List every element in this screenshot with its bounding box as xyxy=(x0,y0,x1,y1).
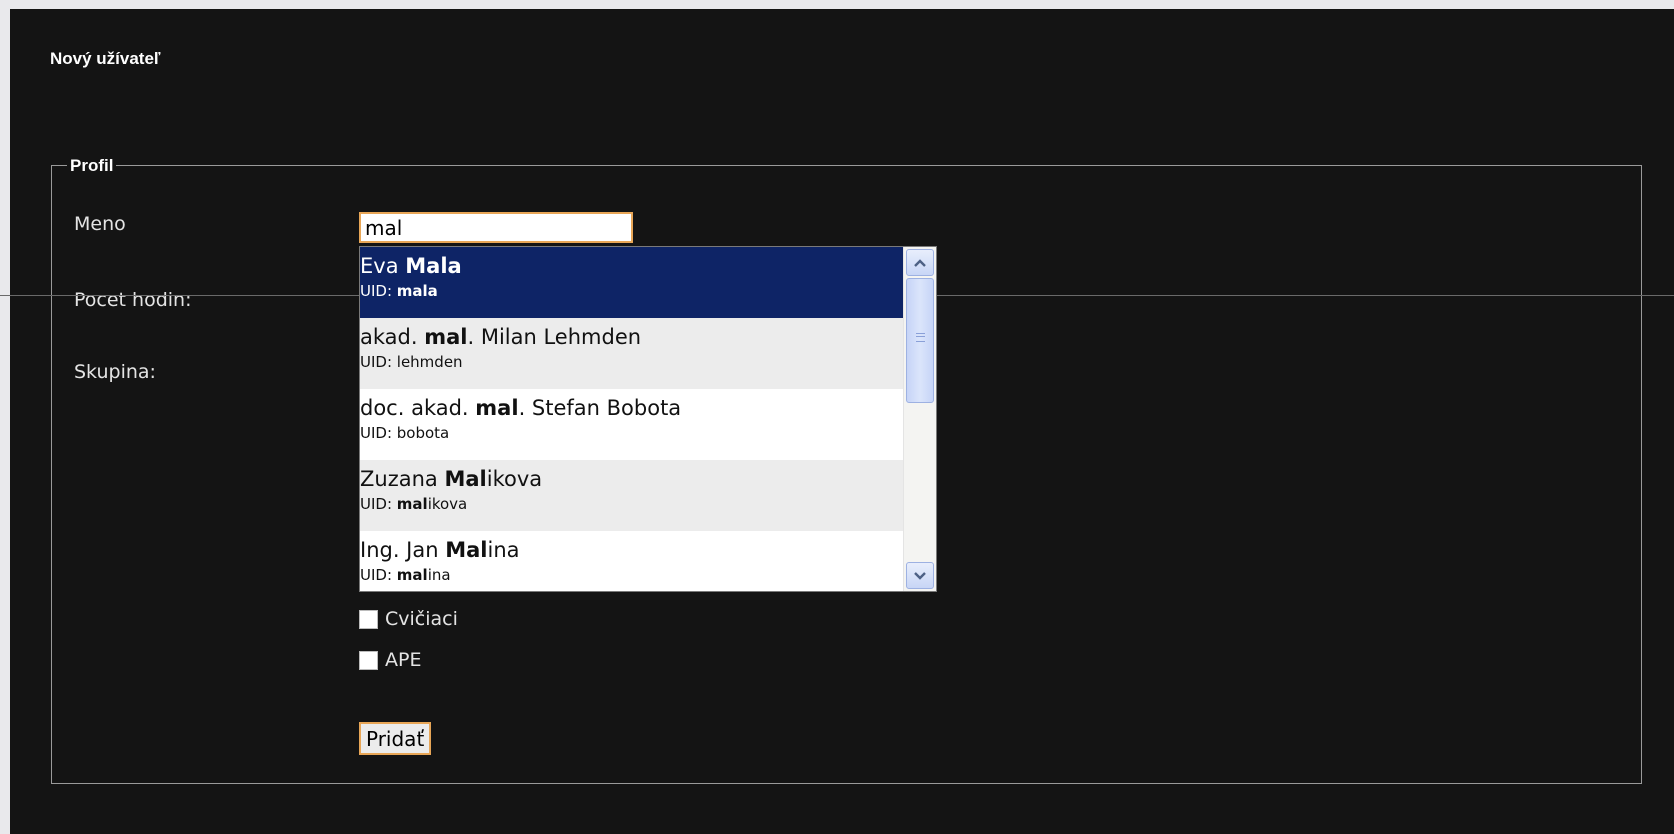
name-match: mal xyxy=(475,396,519,420)
name-suffix: ina xyxy=(487,538,520,562)
autocomplete-item-uid: UID: malikova xyxy=(360,495,903,513)
dropdown-scrollbar[interactable] xyxy=(903,247,936,591)
ape-checkbox[interactable] xyxy=(359,650,378,670)
autocomplete-item[interactable]: akad. mal. Milan Lehmden UID: lehmden xyxy=(360,318,903,389)
name-suffix: . Stefan Bobota xyxy=(518,396,682,420)
uid-prefix: UID: xyxy=(360,353,397,371)
uid-match: mala xyxy=(396,282,438,300)
checkbox-row-ape[interactable]: APE xyxy=(359,649,421,671)
uid-prefix: UID: xyxy=(360,424,397,442)
cviciaci-label: Cvičiaci xyxy=(385,608,458,630)
autocomplete-item-uid: UID: malina xyxy=(360,566,903,584)
name-match: Mala xyxy=(405,254,462,278)
uid-prefix: UID: xyxy=(360,495,397,513)
pocet-hodin-label: Pocet hodin: xyxy=(74,289,192,311)
uid-prefix: UID: xyxy=(360,566,397,584)
chevron-up-icon xyxy=(914,258,926,267)
autocomplete-item-name: doc. akad. mal. Stefan Bobota xyxy=(360,396,903,420)
scroll-up-button[interactable] xyxy=(906,249,934,276)
name-prefix: Eva xyxy=(360,254,406,278)
autocomplete-item[interactable]: Ing. Jan Malina UID: malina xyxy=(360,531,903,591)
autocomplete-item-name: Ing. Jan Malina xyxy=(360,538,903,562)
name-match: mal xyxy=(424,325,468,349)
scroll-thumb[interactable] xyxy=(906,278,934,403)
page-title: Nový užívateľ xyxy=(50,49,161,68)
profile-legend: Profil xyxy=(67,156,117,176)
meno-label: Meno xyxy=(74,213,126,235)
autocomplete-item[interactable]: Eva Mala UID: mala xyxy=(360,247,903,318)
autocomplete-item-name: akad. mal. Milan Lehmden xyxy=(360,325,903,349)
uid-suffix: bobota xyxy=(396,424,450,442)
name-prefix: doc. akad. xyxy=(360,396,476,420)
grip-icon xyxy=(916,333,925,342)
name-prefix: Zuzana xyxy=(360,467,445,491)
uid-suffix: ina xyxy=(427,566,451,584)
name-prefix: akad. xyxy=(360,325,425,349)
ape-label: APE xyxy=(385,649,422,671)
autocomplete-item-name: Zuzana Malikova xyxy=(360,467,903,491)
name-match: Mal xyxy=(444,467,487,491)
uid-suffix: lehmden xyxy=(396,353,463,371)
chevron-down-icon xyxy=(914,571,926,580)
cviciaci-checkbox[interactable] xyxy=(359,609,378,629)
name-prefix: Ing. Jan xyxy=(360,538,446,562)
autocomplete-item[interactable]: Zuzana Malikova UID: malikova xyxy=(360,460,903,531)
autocomplete-item-uid: UID: mala xyxy=(360,282,903,300)
autocomplete-list: Eva Mala UID: mala akad. mal. Milan Lehmde… xyxy=(360,247,903,591)
uid-suffix: ikova xyxy=(427,495,468,513)
name-suffix: . Milan Lehmden xyxy=(467,325,642,349)
autocomplete-item-uid: UID: bobota xyxy=(360,424,903,442)
name-suffix: ikova xyxy=(486,467,543,491)
uid-prefix: UID: xyxy=(360,282,397,300)
skupina-label: Skupina: xyxy=(74,361,156,383)
autocomplete-item[interactable]: doc. akad. mal. Stefan Bobota UID: bobota xyxy=(360,389,903,460)
uid-match: mal xyxy=(396,495,428,513)
autocomplete-item-name: Eva Mala xyxy=(360,254,903,278)
uid-match: mal xyxy=(396,566,428,584)
meno-input[interactable] xyxy=(359,212,633,243)
autocomplete-item-uid: UID: lehmden xyxy=(360,353,903,371)
autocomplete-dropdown: Eva Mala UID: mala akad. mal. Milan Lehmde… xyxy=(359,246,937,592)
checkbox-row-cviciaci[interactable]: Cvičiaci xyxy=(359,608,458,630)
add-button[interactable]: Pridať xyxy=(359,722,432,755)
scroll-down-button[interactable] xyxy=(906,562,934,589)
name-match: Mal xyxy=(445,538,488,562)
